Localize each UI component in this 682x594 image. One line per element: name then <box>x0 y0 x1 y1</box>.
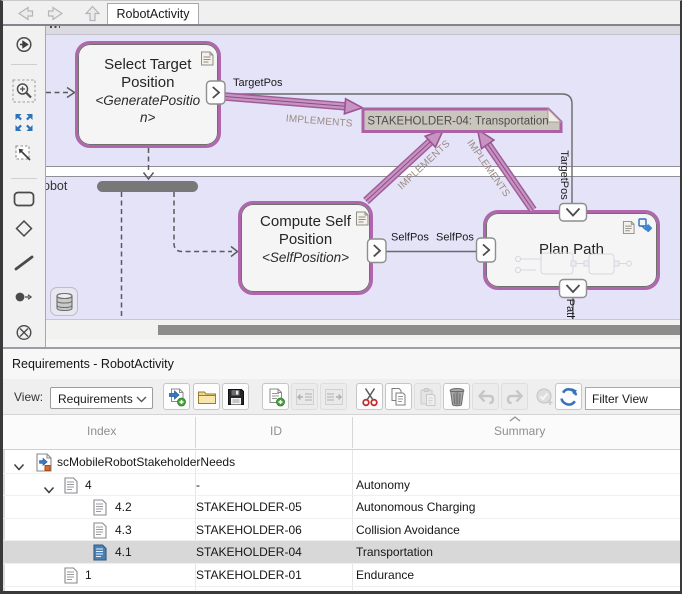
view-dropdown[interactable]: Requirements <box>50 387 153 409</box>
row-index: 4.1 <box>115 545 132 559</box>
top-connector-plan-path[interactable] <box>560 204 587 222</box>
initial-node-icon[interactable] <box>14 290 34 308</box>
row-index: 4.2 <box>115 500 132 514</box>
delete-button[interactable] <box>443 383 470 410</box>
implements-label-1: IMPLEMENTS <box>285 113 353 129</box>
copy-button[interactable] <box>385 383 412 410</box>
input-port-plan-path[interactable] <box>477 238 496 262</box>
row-summary: Collision Avoidance <box>356 523 460 537</box>
row-id: STAKEHOLDER-01 <box>196 568 302 582</box>
final-node-icon[interactable] <box>16 324 33 346</box>
fit-to-view-icon[interactable] <box>15 113 34 137</box>
stakeholder-badge[interactable]: STAKEHOLDER-04: Transportation <box>363 109 561 132</box>
requirements-table: Index ID Summary scM <box>3 415 680 591</box>
tool-palette <box>3 26 46 348</box>
row-index: scMobileRobotStakeholderNeeds <box>57 455 235 469</box>
row-summary: Autonomous Charging <box>356 500 475 514</box>
view-dropdown-value: Requirements <box>58 392 133 406</box>
diagram-drawing-area[interactable]: Robot Path Select Target Position <Gener… <box>46 34 680 344</box>
row-summary: Transportation <box>356 545 433 559</box>
column-divider <box>195 417 196 448</box>
row-summary: Endurance <box>356 568 414 582</box>
add-requirement-button[interactable] <box>262 383 289 410</box>
output-port-select-target[interactable] <box>207 81 226 104</box>
refresh-button[interactable] <box>555 383 582 410</box>
table-row[interactable]: 4.3 STAKEHOLDER-06 Collision Avoidance <box>3 519 680 542</box>
zoom-tool-icon[interactable] <box>12 79 36 108</box>
forward-icon[interactable] <box>47 6 66 26</box>
selfpos-out-label: SelfPos <box>391 232 429 244</box>
column-header-index: Index <box>87 424 116 438</box>
table-row[interactable]: scMobileRobotStakeholderNeeds <box>3 451 680 474</box>
open-button[interactable] <box>193 383 220 410</box>
palette-separator <box>11 178 37 179</box>
back-icon[interactable] <box>15 6 34 26</box>
palette-separator <box>11 64 37 65</box>
horizontal-scrollbar[interactable] <box>46 319 680 339</box>
table-row[interactable]: 1 STAKEHOLDER-01 Endurance <box>3 564 680 587</box>
decision-tool-icon[interactable] <box>15 219 34 243</box>
requirements-toolbar: View: Requirements <box>3 379 680 415</box>
explore-tool-icon[interactable] <box>16 36 33 58</box>
row-index: 1 <box>85 568 92 582</box>
table-header[interactable]: Index ID Summary <box>3 415 680 450</box>
row-index: 4.3 <box>115 523 132 537</box>
targetpos-label: TargetPos <box>233 77 283 89</box>
selfpos-in-label: SelfPos <box>436 232 474 244</box>
view-label: View: <box>14 390 43 404</box>
action-tool-icon[interactable] <box>13 191 35 212</box>
paste-button[interactable] <box>414 383 441 410</box>
table-row[interactable]: 4 - Autonomy <box>3 474 680 497</box>
cut-button[interactable] <box>356 383 383 410</box>
requirements-panel-title: Requirements - RobotActivity <box>12 357 174 371</box>
overlay-layer: STAKEHOLDER-04: Transportation IMPLEMENT… <box>46 34 680 344</box>
row-id: STAKEHOLDER-06 <box>196 523 302 537</box>
bottom-connector-plan-path[interactable] <box>560 280 587 298</box>
row-summary: Autonomy <box>356 478 410 492</box>
column-divider <box>352 417 353 448</box>
row-id: STAKEHOLDER-05 <box>196 500 302 514</box>
diagram-canvas[interactable]: Robot Path Select Target Position <Gener… <box>46 26 680 348</box>
demote-requirement-button[interactable] <box>320 383 347 410</box>
redo-button[interactable] <box>501 383 528 410</box>
row-id: STAKEHOLDER-04 <box>196 545 302 559</box>
targetpos-vertical-label: TargetPos <box>558 150 570 200</box>
new-requirement-set-button[interactable] <box>163 383 190 410</box>
table-row[interactable]: 4.2 STAKEHOLDER-05 Autonomous Charging <box>3 496 680 519</box>
column-header-summary: Summary <box>494 424 545 438</box>
output-port-compute-self[interactable] <box>368 239 387 263</box>
row-id: - <box>196 478 200 492</box>
tab-robotactivity[interactable]: RobotActivity <box>107 3 199 24</box>
row-index: 4 <box>85 478 92 492</box>
tab-bar: RobotActivity <box>3 1 680 25</box>
save-button[interactable] <box>222 383 249 410</box>
select-zoom-icon[interactable] <box>14 144 34 169</box>
implements-arrow-1 <box>225 97 363 114</box>
requirement-icon <box>64 567 78 589</box>
stakeholder-badge-label: STAKEHOLDER-04: Transportation <box>367 116 548 128</box>
sort-ascending-icon <box>509 416 521 422</box>
promote-requirement-button[interactable] <box>291 383 318 410</box>
application-window: RobotActivity <box>0 0 682 594</box>
column-header-id: ID <box>270 424 282 438</box>
filter-view-input[interactable] <box>585 387 681 410</box>
requirements-panel-header: Requirements - RobotActivity <box>3 349 680 380</box>
transition-tool-icon[interactable] <box>14 255 34 276</box>
undo-button[interactable] <box>472 383 499 410</box>
clipped-label-fragment <box>50 26 60 28</box>
verify-button[interactable] <box>531 383 558 410</box>
table-row-selected[interactable]: 4.1 STAKEHOLDER-04 Transportation <box>3 541 680 564</box>
chevron-down-icon <box>136 396 147 403</box>
horizontal-scrollbar-thumb[interactable] <box>158 325 680 335</box>
